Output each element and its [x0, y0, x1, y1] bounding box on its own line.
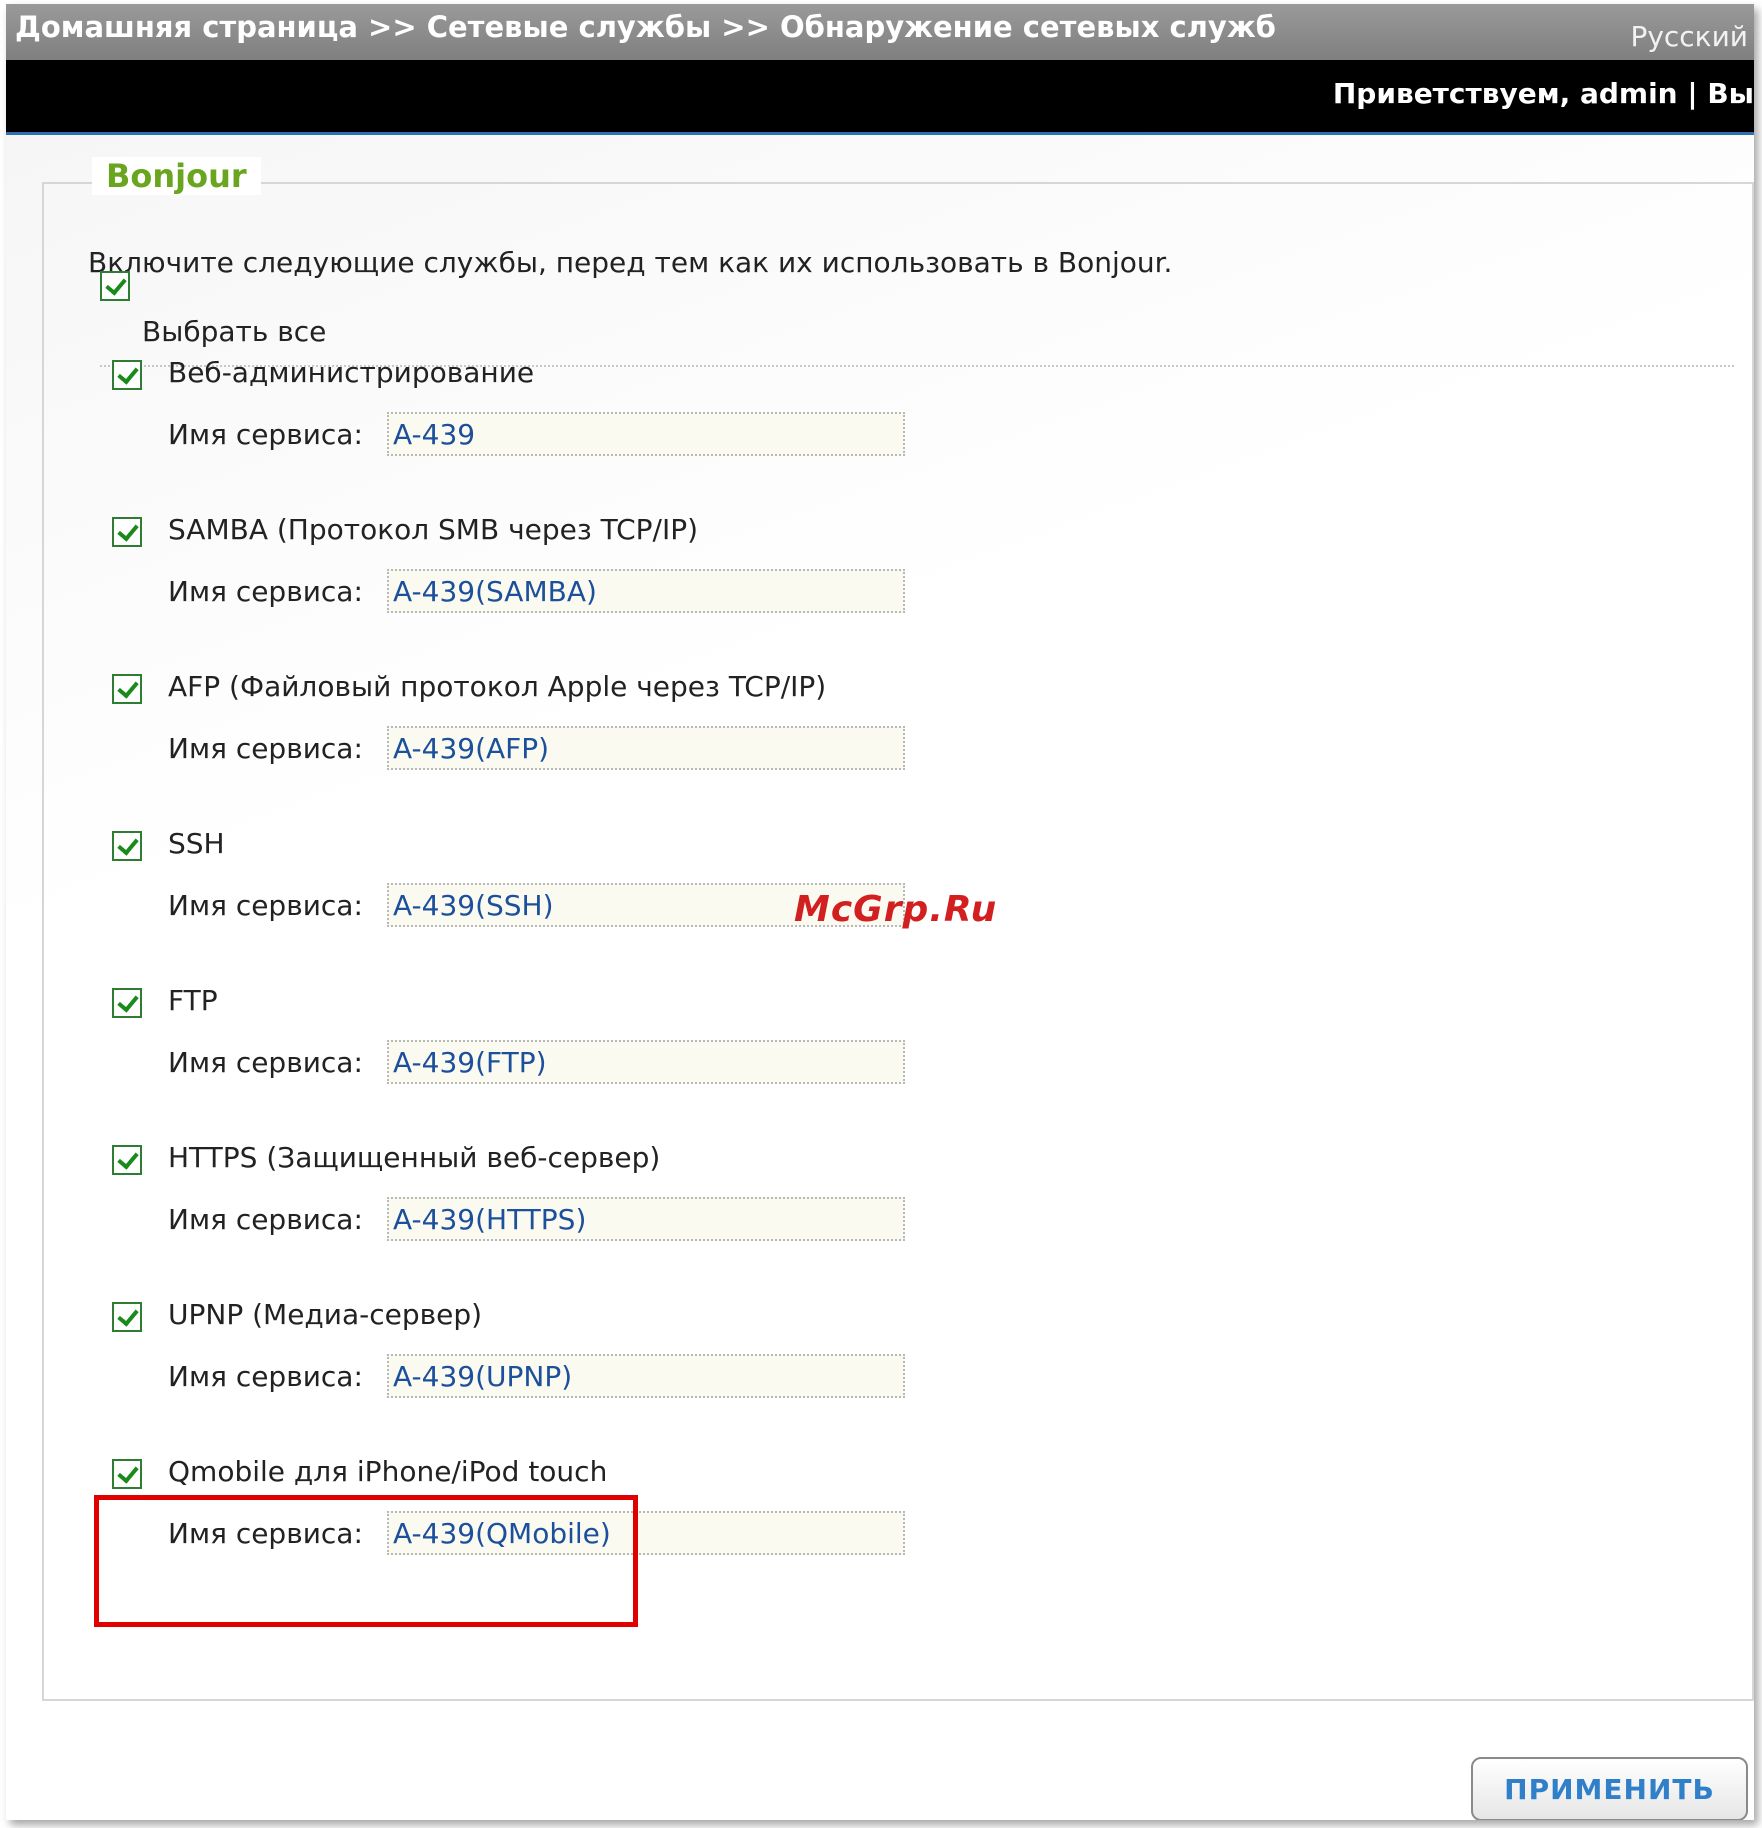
service-name-input[interactable] [387, 1197, 905, 1241]
service-name-input[interactable] [387, 1040, 905, 1084]
service-name-label: Имя сервиса: [168, 418, 363, 451]
select-all-checkbox[interactable] [100, 271, 130, 301]
section-legend: Bonjour [92, 157, 261, 195]
service-afp: AFP (Файловый протокол Apple через TCP/I… [6, 670, 1754, 800]
service-title: HTTPS (Защищенный веб-сервер) [168, 1141, 661, 1174]
highlight-box [94, 1495, 638, 1627]
service-title: AFP (Файловый протокол Apple через TCP/I… [168, 670, 827, 703]
service-name-input[interactable] [387, 569, 905, 613]
watermark: McGrp.Ru [794, 889, 998, 930]
service-upnp: UPNP (Медиа-сервер) Имя сервиса: [6, 1298, 1754, 1428]
service-samba: SAMBA (Протокол SMB через TCP/IP) Имя се… [6, 513, 1754, 643]
service-checkbox[interactable] [112, 1145, 142, 1175]
service-checkbox[interactable] [112, 1459, 142, 1489]
service-title: FTP [168, 984, 218, 1017]
service-title: Веб-администрирование [168, 356, 535, 389]
language-selector[interactable]: Русский [1630, 20, 1748, 53]
service-checkbox[interactable] [112, 831, 142, 861]
service-title: Qmobile для iPhone/iPod touch [168, 1455, 608, 1488]
service-checkbox[interactable] [112, 674, 142, 704]
apply-button[interactable]: ПРИМЕНИТЬ [1471, 1757, 1748, 1820]
breadcrumb-bar: Домашняя страница >> Сетевые службы >> О… [6, 4, 1754, 60]
select-all-label: Выбрать все [142, 315, 327, 348]
breadcrumb: Домашняя страница >> Сетевые службы >> О… [15, 10, 1276, 44]
service-web-admin: Веб-администрирование Имя сервиса: [6, 356, 1754, 486]
service-checkbox[interactable] [112, 988, 142, 1018]
service-name-label: Имя сервиса: [168, 1046, 363, 1079]
service-name-input[interactable] [387, 726, 905, 770]
intro-text: Включите следующие службы, перед тем как… [88, 246, 1173, 279]
content-area: Bonjour Включите следующие службы, перед… [6, 135, 1754, 1820]
service-checkbox[interactable] [112, 517, 142, 547]
service-title: UPNP (Медиа-сервер) [168, 1298, 483, 1331]
service-https: HTTPS (Защищенный веб-сервер) Имя сервис… [6, 1141, 1754, 1271]
service-name-input[interactable] [387, 1354, 905, 1398]
header-bar: Приветствуем, admin | Вы [6, 60, 1754, 135]
service-title: SSH [168, 827, 225, 860]
service-name-input[interactable] [387, 412, 905, 456]
service-name-label: Имя сервиса: [168, 1360, 363, 1393]
service-ftp: FTP Имя сервиса: [6, 984, 1754, 1114]
service-name-label: Имя сервиса: [168, 575, 363, 608]
service-name-label: Имя сервиса: [168, 1203, 363, 1236]
service-checkbox[interactable] [112, 360, 142, 390]
service-name-label: Имя сервиса: [168, 889, 363, 922]
service-checkbox[interactable] [112, 1302, 142, 1332]
nas-admin-window: Домашняя страница >> Сетевые службы >> О… [6, 4, 1754, 1820]
service-name-label: Имя сервиса: [168, 732, 363, 765]
welcome-text: Приветствуем, admin | Вы [1332, 77, 1754, 110]
service-title: SAMBA (Протокол SMB через TCP/IP) [168, 513, 699, 546]
